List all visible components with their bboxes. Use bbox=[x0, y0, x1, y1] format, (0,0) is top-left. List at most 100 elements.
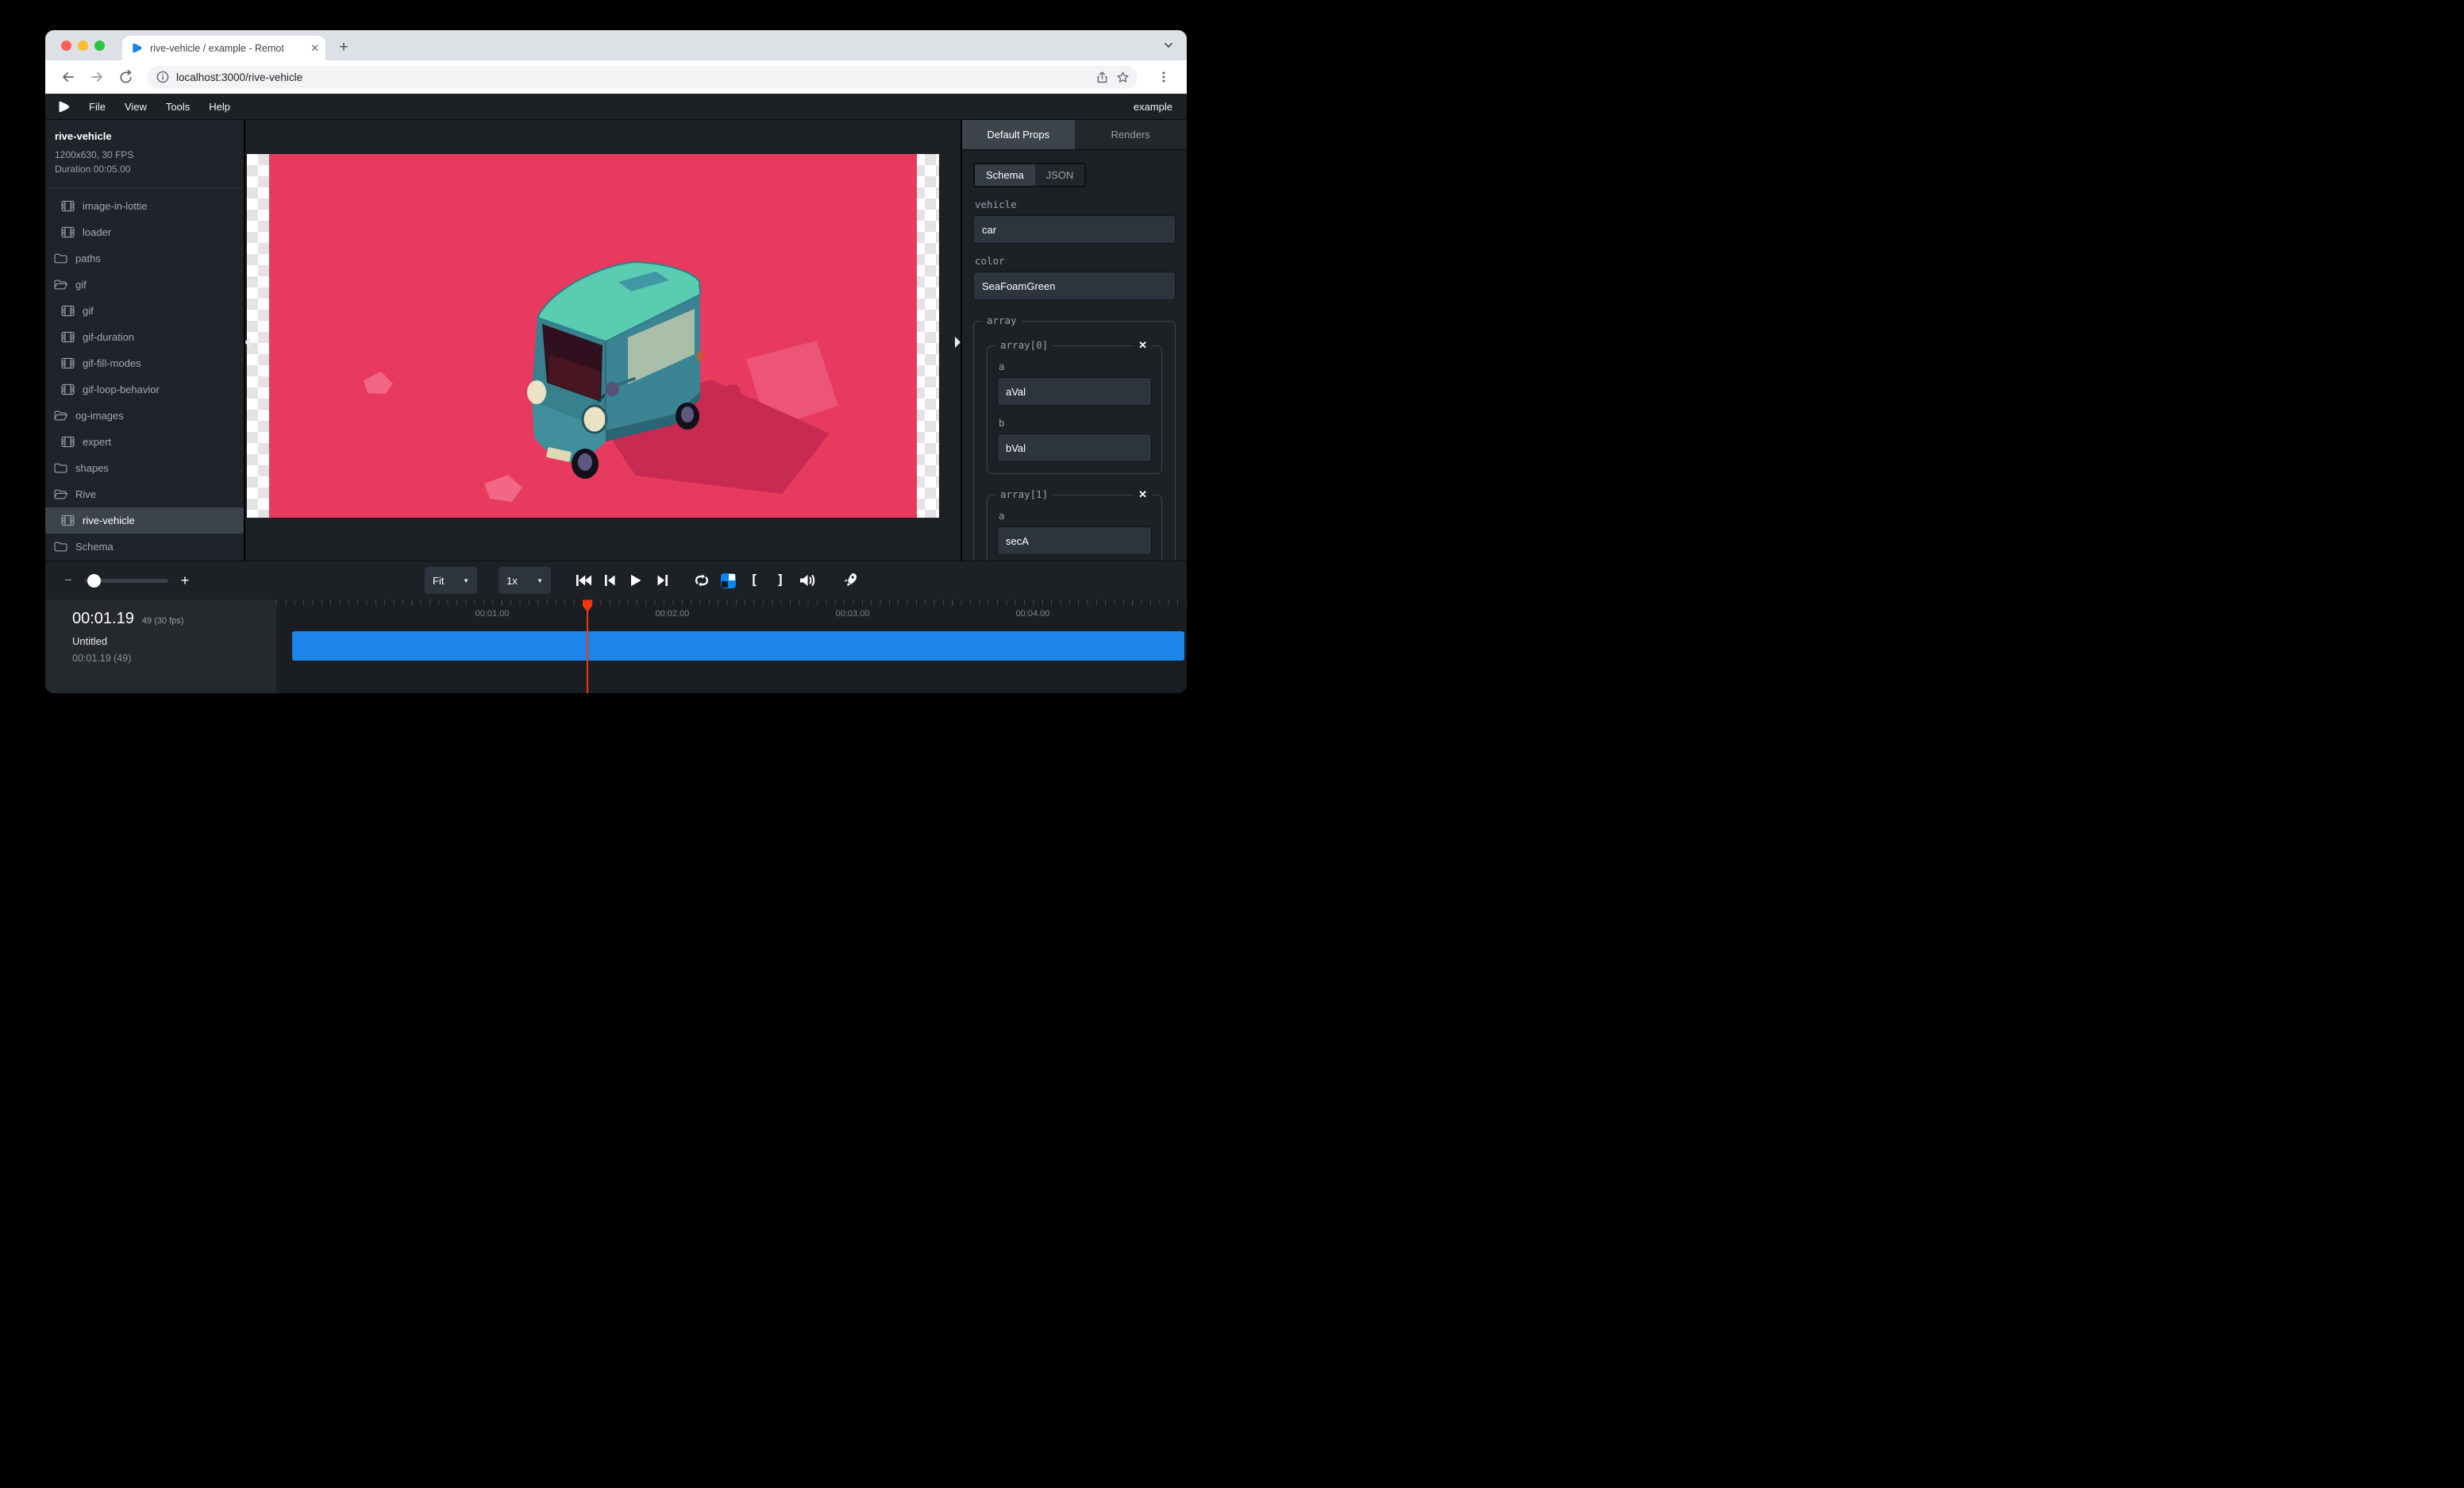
browser-tab[interactable]: rive-vehicle / example - Remot ✕ bbox=[122, 36, 325, 60]
jump-to-start-icon[interactable] bbox=[576, 572, 591, 589]
zoom-slider-knob[interactable] bbox=[87, 574, 101, 588]
speed-dropdown[interactable]: 1x ▼ bbox=[499, 567, 551, 594]
timeline-info-panel: 00:01.19 49 (30 fps) Untitled 00:01.19 (… bbox=[45, 599, 276, 693]
favicon-remotion-icon bbox=[132, 42, 144, 54]
tab-close-icon[interactable]: ✕ bbox=[310, 43, 319, 53]
fieldset-array[0]: array[0] ✕ a b bbox=[987, 345, 1162, 474]
playhead[interactable] bbox=[582, 599, 593, 693]
composition-list: image-in-lottie loader paths gif gif gif… bbox=[45, 188, 244, 561]
sidebar-item-label: gif bbox=[83, 305, 94, 317]
loop-icon[interactable] bbox=[694, 572, 710, 589]
transparency-checkerboard-toggle[interactable] bbox=[720, 572, 736, 589]
chevron-down-icon: ▼ bbox=[463, 577, 469, 584]
array-item-legend: array[0] bbox=[995, 339, 1053, 351]
zoom-in-icon[interactable]: + bbox=[179, 572, 191, 589]
folder-open-icon bbox=[54, 279, 67, 291]
timeline-ruler[interactable]: 00:01.0000:02.0000:03.0000:04.00 bbox=[276, 599, 1187, 622]
prop-input-a[interactable] bbox=[997, 526, 1152, 555]
film-icon bbox=[61, 384, 75, 395]
array-fieldset: array array[0] ✕ a b array[1] ✕ a b bbox=[973, 321, 1176, 561]
collapse-left-panel-icon[interactable] bbox=[245, 336, 252, 350]
browser-menu-kebab-icon[interactable] bbox=[1152, 65, 1176, 89]
prop-input-color[interactable] bbox=[973, 272, 1176, 300]
sidebar-item-gif-duration[interactable]: gif-duration bbox=[45, 324, 244, 350]
sidebar-item-loader[interactable]: loader bbox=[45, 219, 244, 245]
sidebar-item-label: gif-fill-modes bbox=[83, 357, 141, 369]
next-frame-icon[interactable] bbox=[654, 572, 670, 589]
sidebar-item-label: gif-duration bbox=[83, 331, 134, 343]
remove-array-item-icon[interactable]: ✕ bbox=[1134, 488, 1152, 501]
composition-title: rive-vehicle bbox=[55, 130, 234, 142]
main-content: rive-vehicle 1200x630, 30 FPS Duration 0… bbox=[45, 120, 1187, 561]
toggle-json[interactable]: JSON bbox=[1035, 164, 1085, 186]
site-info-icon[interactable] bbox=[156, 71, 169, 83]
sidebar-item-paths[interactable]: paths bbox=[45, 245, 244, 272]
film-icon bbox=[61, 436, 75, 448]
new-tab-button[interactable]: + bbox=[333, 37, 354, 58]
reload-icon[interactable] bbox=[114, 65, 137, 89]
minimize-window-button[interactable] bbox=[78, 40, 88, 51]
current-timecode: 00:01.19 bbox=[72, 610, 134, 628]
menu-view[interactable]: View bbox=[115, 101, 156, 113]
tab-search-chevron-icon[interactable] bbox=[1163, 40, 1174, 55]
menu-file[interactable]: File bbox=[79, 101, 115, 113]
fieldset-array[1]: array[1] ✕ a b bbox=[987, 495, 1162, 561]
zoom-out-icon[interactable]: − bbox=[63, 572, 74, 588]
props-editor: Schema JSON vehicle color array array[0]… bbox=[962, 150, 1187, 561]
url-bar[interactable]: localhost:3000/rive-vehicle bbox=[147, 66, 1138, 89]
toggle-schema[interactable]: Schema bbox=[975, 164, 1035, 186]
preview-canvas bbox=[245, 120, 961, 561]
tab-default-props[interactable]: Default Props bbox=[962, 120, 1075, 149]
menu-help[interactable]: Help bbox=[199, 101, 240, 113]
sidebar-item-label: gif bbox=[75, 279, 87, 291]
track-duration: 00:01.19 (49) bbox=[72, 653, 276, 664]
back-icon[interactable] bbox=[56, 65, 80, 89]
prop-input-vehicle[interactable] bbox=[973, 215, 1176, 244]
prop-input-b[interactable] bbox=[997, 434, 1152, 462]
sidebar-item-label: og-images bbox=[75, 410, 124, 422]
sidebar-item-gif[interactable]: gif bbox=[45, 298, 244, 324]
close-window-button[interactable] bbox=[61, 40, 71, 51]
prop-input-a[interactable] bbox=[997, 377, 1152, 406]
array-legend: array bbox=[982, 314, 1022, 326]
prop-label: vehicle bbox=[975, 199, 1176, 210]
remotion-logo-icon[interactable] bbox=[58, 100, 71, 114]
prop-field: a bbox=[997, 510, 1152, 555]
fit-dropdown[interactable]: Fit ▼ bbox=[425, 567, 477, 594]
out-point-bracket-icon[interactable]: ] bbox=[772, 572, 788, 589]
volume-icon[interactable] bbox=[799, 572, 818, 589]
composition-info: rive-vehicle 1200x630, 30 FPS Duration 0… bbox=[45, 120, 244, 188]
in-point-bracket-icon[interactable]: [ bbox=[746, 572, 762, 589]
share-icon[interactable] bbox=[1095, 71, 1109, 84]
previous-frame-icon[interactable] bbox=[602, 572, 618, 589]
tab-renders[interactable]: Renders bbox=[1075, 120, 1188, 149]
playhead-line bbox=[587, 611, 588, 693]
timeline-track-bar[interactable] bbox=[292, 631, 1184, 661]
menu-tools[interactable]: Tools bbox=[156, 101, 199, 113]
zoom-control: − + bbox=[63, 561, 191, 599]
remove-array-item-icon[interactable]: ✕ bbox=[1134, 339, 1152, 352]
sidebar-item-shapes[interactable]: shapes bbox=[45, 455, 244, 481]
url-text[interactable]: localhost:3000/rive-vehicle bbox=[176, 71, 1088, 83]
sidebar-item-Schema[interactable]: Schema bbox=[45, 534, 244, 560]
speed-dropdown-value: 1x bbox=[506, 575, 518, 587]
bookmark-star-icon[interactable] bbox=[1116, 71, 1130, 84]
fullscreen-window-button[interactable] bbox=[94, 40, 105, 51]
zoom-slider[interactable] bbox=[85, 579, 168, 583]
sidebar-item-Rive[interactable]: Rive bbox=[45, 481, 244, 507]
sidebar-item-rive-vehicle[interactable]: rive-vehicle bbox=[45, 507, 244, 534]
prop-field: color bbox=[973, 255, 1176, 300]
tab-title: rive-vehicle / example - Remot bbox=[150, 43, 304, 54]
forward-icon[interactable] bbox=[85, 65, 109, 89]
sidebar-item-expert[interactable]: expert bbox=[45, 429, 244, 455]
sidebar-item-og-images[interactable]: og-images bbox=[45, 403, 244, 429]
sidebar-item-gif-loop-behavior[interactable]: gif-loop-behavior bbox=[45, 376, 244, 403]
timeline-lane[interactable]: 00:01.0000:02.0000:03.0000:04.00 bbox=[276, 599, 1187, 693]
quick-render-rocket-icon[interactable] bbox=[841, 572, 857, 589]
play-icon[interactable] bbox=[628, 572, 644, 589]
prop-field: b bbox=[997, 417, 1152, 462]
sidebar-item-image-in-lottie[interactable]: image-in-lottie bbox=[45, 193, 244, 219]
sidebar-item-gif[interactable]: gif bbox=[45, 272, 244, 298]
collapse-right-panel-icon[interactable] bbox=[953, 336, 961, 350]
sidebar-item-gif-fill-modes[interactable]: gif-fill-modes bbox=[45, 350, 244, 376]
